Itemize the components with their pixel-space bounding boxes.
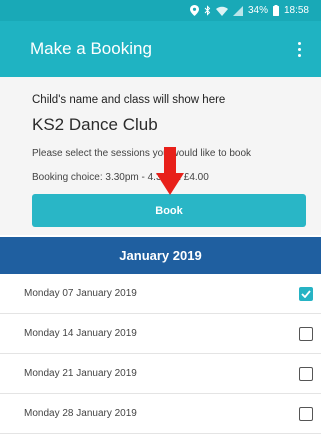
- club-title: KS2 Dance Club: [32, 115, 158, 134]
- list-item[interactable]: Monday 21 January 2019: [0, 354, 321, 394]
- session-checkbox[interactable]: [299, 406, 313, 421]
- date-label: Monday 28 January 2019: [24, 408, 137, 419]
- battery-level: 34%: [247, 5, 268, 16]
- location-icon: [189, 5, 199, 16]
- status-bar: 34% 18:58: [0, 0, 321, 21]
- app-bar: Make a Booking: [0, 21, 321, 77]
- page-title: Make a Booking: [30, 39, 152, 58]
- more-vert-icon[interactable]: [291, 37, 307, 61]
- session-date-list: Monday 07 January 2019 Monday 14 January…: [0, 274, 321, 434]
- list-item[interactable]: Monday 14 January 2019: [0, 314, 321, 354]
- list-item[interactable]: Monday 07 January 2019: [0, 274, 321, 314]
- red-arrow-icon: [156, 147, 184, 195]
- signal-icon: [232, 5, 243, 16]
- battery-icon: [272, 5, 279, 16]
- session-checkbox[interactable]: [299, 326, 313, 341]
- date-label: Monday 14 January 2019: [24, 328, 137, 339]
- child-name-text: Child's name and class will show here: [32, 94, 226, 106]
- session-checkbox[interactable]: [299, 286, 313, 301]
- session-checkbox[interactable]: [299, 366, 313, 381]
- bluetooth-icon: [204, 5, 211, 16]
- instruction-text: Please select the sessions you would lik…: [32, 148, 252, 159]
- clock: 18:58: [283, 5, 309, 16]
- date-label: Monday 21 January 2019: [24, 368, 137, 379]
- month-header: January 2019: [0, 237, 321, 274]
- wifi-icon: [215, 6, 228, 16]
- date-label: Monday 07 January 2019: [24, 288, 137, 299]
- list-item[interactable]: Monday 28 January 2019: [0, 394, 321, 434]
- check-icon: [301, 289, 311, 298]
- book-button[interactable]: Book: [32, 194, 306, 227]
